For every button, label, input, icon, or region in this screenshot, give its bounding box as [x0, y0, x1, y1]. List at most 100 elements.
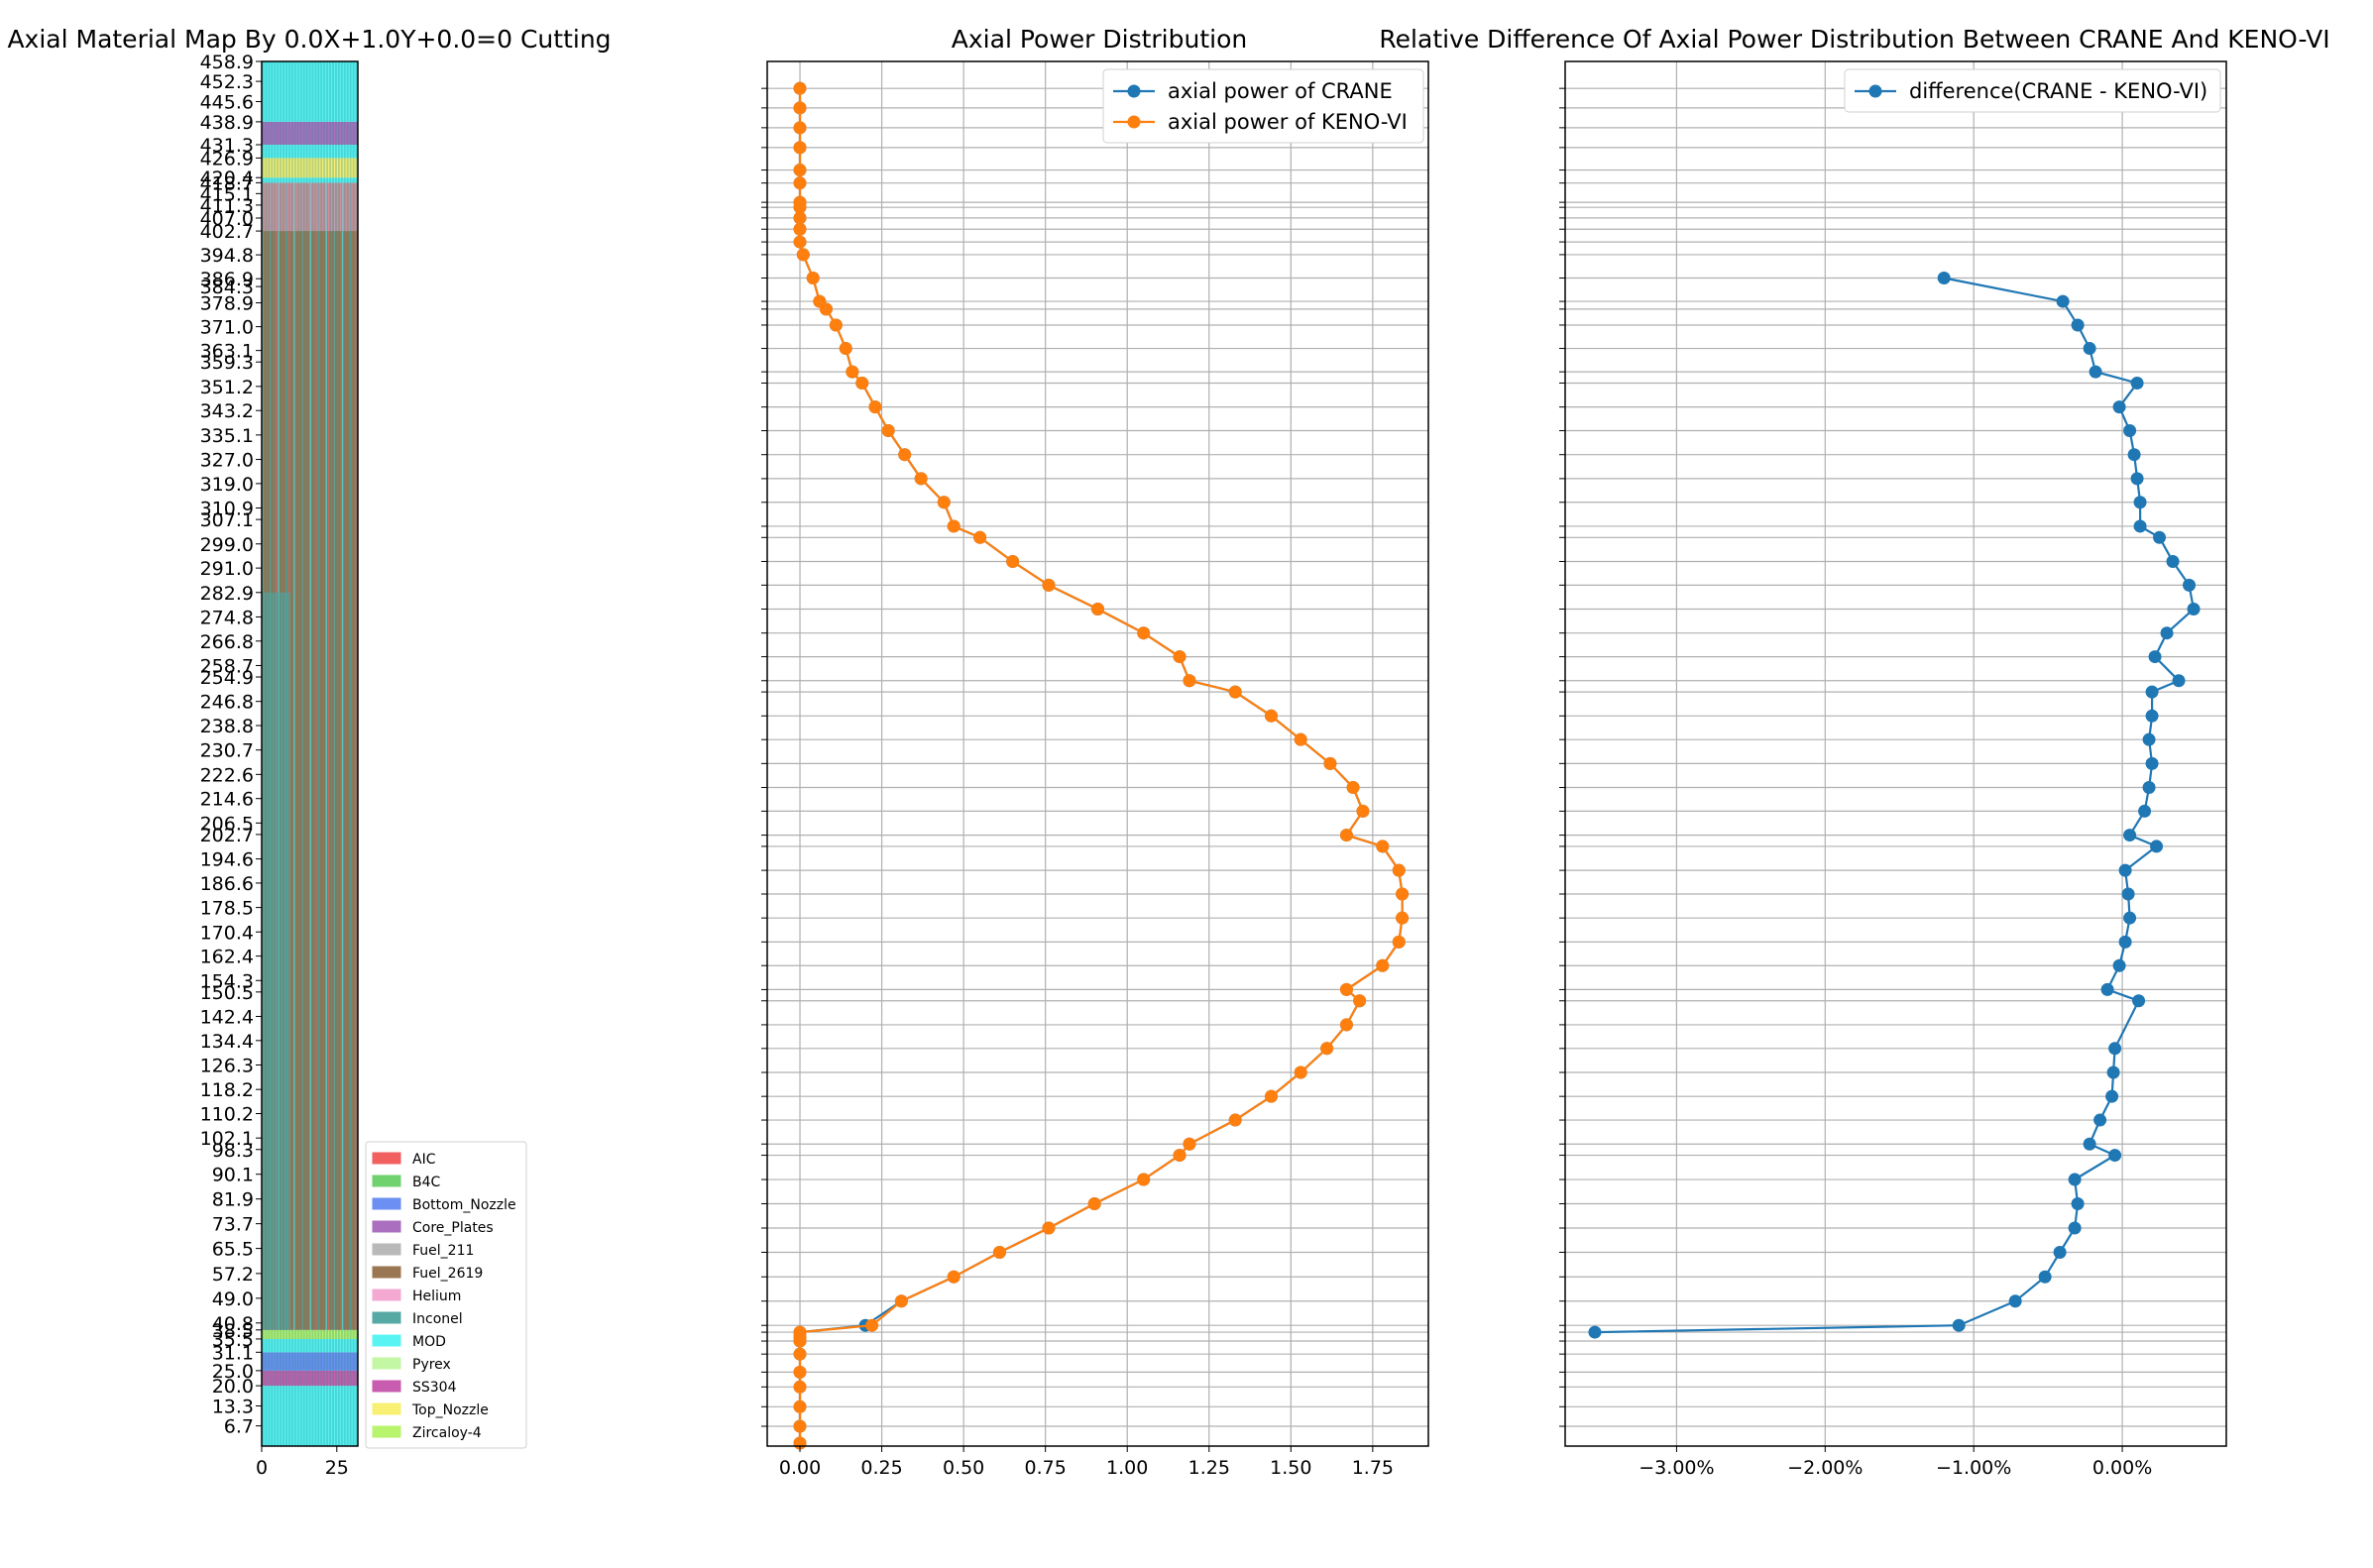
difference-point	[2083, 1137, 2096, 1151]
y-tick-label: 274.8	[200, 607, 254, 628]
difference-point	[2133, 496, 2147, 509]
y-tick-label: 246.8	[200, 692, 254, 714]
y-tick-label: 351.2	[200, 377, 254, 398]
material-map-title: Axial Material Map By 0.0X+1.0Y+0.0=0 Cu…	[7, 25, 611, 54]
y-tick-label: 438.9	[200, 112, 254, 134]
legend-label: Top_Nozzle	[411, 1402, 489, 1418]
difference-point	[2130, 472, 2144, 486]
keno-power-point	[793, 141, 807, 155]
y-tick-label: 327.0	[200, 450, 254, 472]
keno-power-point	[992, 1245, 1006, 1259]
difference-point	[2108, 1042, 2122, 1056]
difference-point	[2112, 958, 2126, 972]
keno-power-point	[1042, 578, 1056, 592]
keno-power-point	[793, 1365, 807, 1379]
legend-swatch	[372, 1152, 401, 1165]
difference-point	[2187, 603, 2201, 616]
keno-power-point	[793, 121, 807, 135]
difference-title: Relative Difference Of Axial Power Distr…	[1379, 25, 2329, 54]
keno-power-point	[793, 1347, 807, 1361]
legend-label: axial power of KENO-VI	[1168, 110, 1408, 134]
difference-point	[2089, 365, 2102, 379]
legend-label: Core_Plates	[412, 1220, 494, 1236]
difference-point	[2071, 318, 2085, 332]
keno-power-point	[1137, 626, 1151, 640]
material-legend: AIC B4C Bottom_Nozzle Core_Plates Fuel_211 Fu…	[365, 1141, 527, 1449]
x-tick-label: −3.00%	[1638, 1457, 1714, 1479]
difference-point	[2121, 887, 2135, 901]
keno-power-point	[793, 81, 807, 95]
y-tick-label: 214.6	[200, 789, 254, 811]
keno-power-point	[855, 376, 869, 390]
keno-power-point	[1353, 994, 1367, 1008]
legend-swatch	[372, 1220, 401, 1233]
legend-swatch	[372, 1311, 401, 1324]
keno-power-point	[806, 272, 820, 285]
legend-swatch	[372, 1197, 401, 1210]
keno-power-point	[947, 519, 960, 533]
keno-power-point	[1265, 1089, 1279, 1103]
difference-legend: difference(CRANE - KENO-VI)	[1844, 68, 2221, 113]
y-tick-label: 238.8	[200, 716, 254, 737]
difference-point	[2100, 982, 2114, 996]
crane-power-line	[798, 88, 1404, 1443]
keno-power-point	[1265, 709, 1279, 723]
difference-point	[2068, 1221, 2082, 1235]
y-tick-label: 335.1	[200, 425, 254, 447]
legend-swatch	[372, 1288, 401, 1301]
material-map-panel: Axial Material Map By 0.0X+1.0Y+0.0=0 Cu…	[7, 25, 611, 1479]
difference-point	[2142, 732, 2156, 746]
legend-swatch	[372, 1380, 401, 1393]
keno-power-point	[793, 222, 807, 236]
y-tick-label: 420.4	[200, 168, 254, 189]
y-tick-label: 40.8	[212, 1313, 254, 1335]
keno-power-point	[898, 448, 912, 462]
keno-power-point	[1392, 863, 1406, 877]
y-tick-label: 57.2	[212, 1264, 254, 1286]
y-tick-label: 194.6	[200, 849, 254, 871]
legend-swatch	[372, 1425, 401, 1438]
keno-power-point	[937, 496, 951, 509]
keno-power-point	[1392, 935, 1406, 949]
difference-point	[2112, 400, 2126, 414]
keno-power-point	[865, 1318, 879, 1332]
y-tick-label: 394.8	[200, 245, 254, 267]
difference-frame	[1564, 60, 2227, 1447]
y-tick-label: 431.3	[200, 135, 254, 157]
y-tick-label: 170.4	[200, 922, 254, 944]
difference-point	[2038, 1270, 2052, 1284]
difference-point	[2093, 1113, 2107, 1127]
y-tick-label: 363.1	[200, 341, 254, 363]
difference-point	[2132, 994, 2146, 1008]
difference-point	[2183, 578, 2197, 592]
keno-power-point	[894, 1294, 908, 1308]
keno-power-point	[868, 400, 882, 414]
difference-point	[2071, 1197, 2085, 1211]
legend-label: difference(CRANE - KENO-VI)	[1909, 79, 2207, 103]
keno-power-point	[1320, 1042, 1334, 1056]
keno-power-point	[793, 164, 807, 177]
keno-power-point	[1346, 781, 1360, 795]
y-tick-label: 142.4	[200, 1007, 254, 1029]
y-tick-label: 154.3	[200, 970, 254, 992]
keno-power-point	[1339, 829, 1353, 842]
difference-point	[2138, 804, 2152, 818]
y-tick-label: 299.0	[200, 534, 254, 556]
keno-power-point	[947, 1270, 960, 1284]
difference-point	[2123, 829, 2137, 842]
difference-point	[2068, 1173, 2082, 1186]
difference-point	[2145, 756, 2159, 770]
legend-label: B4C	[412, 1175, 441, 1190]
difference-point	[2166, 554, 2180, 568]
keno-power-point	[793, 1400, 807, 1413]
y-tick-label: 266.8	[200, 631, 254, 653]
y-tick-label: 49.0	[212, 1288, 254, 1310]
legend-label: axial power of CRANE	[1168, 79, 1393, 103]
keno-power-point	[1042, 1221, 1056, 1235]
difference-point	[2145, 685, 2159, 699]
x-tick-label: 0.00	[779, 1457, 821, 1479]
keno-power-point	[1091, 603, 1104, 616]
keno-power-point	[973, 530, 987, 544]
y-tick-label: 13.3	[212, 1397, 254, 1418]
difference-point	[2150, 840, 2164, 853]
